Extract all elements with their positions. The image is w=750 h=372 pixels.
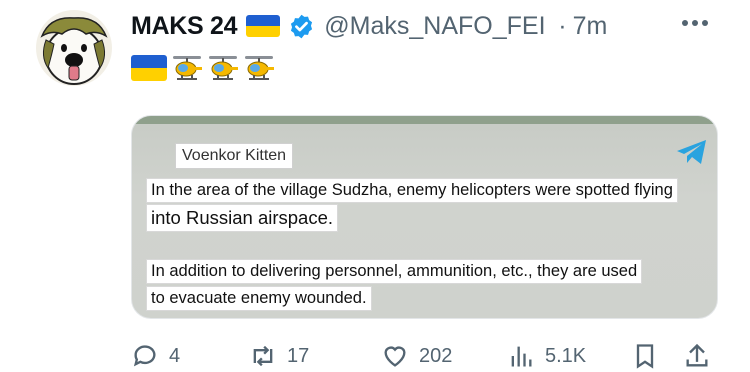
media-card[interactable]: Voenkor Kitten In the area of the villag…	[131, 115, 718, 319]
action-bar: 4 17 202 5.1K	[131, 342, 716, 372]
bookmark-button[interactable]	[631, 342, 659, 370]
like-count: 202	[419, 344, 453, 367]
views-count: 5.1K	[545, 344, 587, 367]
repost-icon	[253, 345, 273, 367]
ukraine-flag-icon	[131, 55, 167, 81]
more-options-icon[interactable]	[680, 18, 710, 28]
telegram-icon	[677, 140, 706, 164]
helicopter-icon	[173, 56, 202, 80]
avatar[interactable]	[36, 10, 112, 86]
bookmark-icon	[636, 344, 654, 369]
heart-icon	[384, 346, 406, 367]
card-text-line: to evacuate enemy wounded.	[146, 286, 372, 311]
views-chart-icon	[511, 346, 532, 367]
reply-icon	[133, 345, 156, 367]
display-name[interactable]: MAKS 24	[131, 12, 238, 41]
card-text-line: In addition to delivering personnel, amm…	[146, 259, 643, 284]
share-icon	[686, 343, 708, 367]
helicopter-icon	[209, 56, 238, 80]
reply-count: 4	[169, 344, 181, 367]
reply-button[interactable]: 4	[131, 342, 180, 370]
timestamp[interactable]: 7m	[573, 12, 608, 41]
channel-label: Voenkor Kitten	[175, 143, 294, 169]
separator: ·	[558, 11, 567, 40]
cartoon-dog-avatar-icon	[40, 17, 108, 85]
tweet-header: MAKS 24 @Maks_NAFO_FEI · 7m	[131, 8, 607, 44]
share-button[interactable]	[683, 342, 711, 370]
like-button[interactable]: 202	[381, 342, 452, 370]
tweet-text	[131, 52, 275, 84]
verified-badge-icon[interactable]	[288, 13, 315, 40]
card-top-band	[132, 116, 717, 124]
views-button[interactable]: 5.1K	[507, 342, 586, 370]
ukraine-flag-icon	[246, 15, 281, 37]
card-text-line: into Russian airspace.	[146, 204, 339, 232]
repost-count: 17	[287, 344, 310, 367]
repost-button[interactable]: 17	[249, 342, 309, 370]
card-text-line: In the area of the village Sudzha, enemy…	[146, 178, 678, 203]
handle[interactable]: @Maks_NAFO_FEI	[324, 12, 556, 41]
helicopter-icon	[245, 56, 274, 80]
